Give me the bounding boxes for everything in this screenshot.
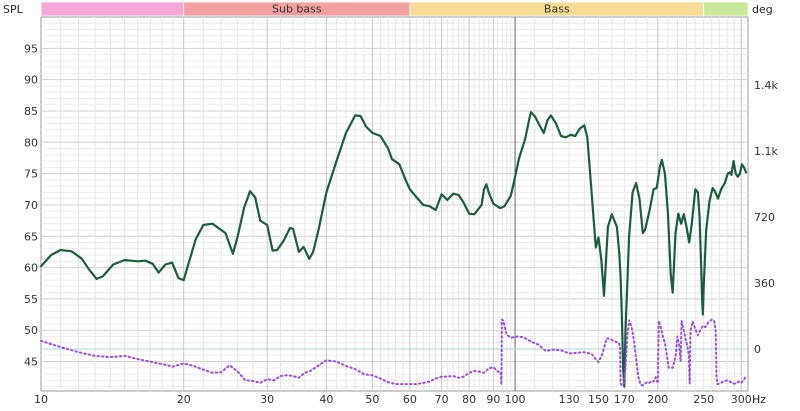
y2-axis-ticks: 0 360 720 1.1k 1.4k [754,79,778,356]
x-tick-label: 300 [731,393,752,406]
x-axis-ticks: 10 20 30 40 50 60 70 80 90 100 130 150 170 200 250 300 [34,393,752,406]
y2-axis-title: deg [752,3,773,16]
y-tick-label: 50 [24,324,38,337]
x-tick-label: 170 [614,393,635,406]
x-axis-unit: Hz [752,393,766,406]
band-label-2: Bass [544,3,570,16]
band-label-1: Sub bass [272,3,322,16]
y2-tick-label: 1.4k [754,79,778,92]
y-tick-label: 70 [24,199,38,212]
y-tick-label: 90 [24,74,38,87]
y2-tick-label: 360 [754,277,775,290]
y-tick-label: 65 [24,230,38,243]
y-axis-title: SPL [3,3,24,16]
x-tick-label: 30 [260,393,274,406]
x-tick-label: 10 [34,393,48,406]
x-tick-label: 50 [365,393,379,406]
y-tick-label: 85 [24,105,38,118]
x-tick-label: 90 [486,393,500,406]
y-axis-ticks: 45 50 55 60 65 70 75 80 85 90 95 [24,42,38,368]
x-tick-label: 100 [505,393,526,406]
y-tick-label: 55 [24,293,38,306]
x-tick-label: 20 [177,393,191,406]
y-tick-label: 95 [24,42,38,55]
x-tick-label: 70 [435,393,449,406]
x-tick-label: 250 [693,393,714,406]
x-tick-label: 40 [319,393,333,406]
y-tick-label: 80 [24,136,38,149]
frequency-response-chart: Sub bass Bass 45 50 55 60 65 70 75 80 85 90 95 0 360… [3,1,778,406]
x-tick-label: 150 [588,393,609,406]
frequency-bands: Sub bass Bass [40,1,749,17]
x-tick-label: 200 [647,393,668,406]
y2-tick-label: 0 [754,343,761,356]
band-3 [703,1,749,17]
band-0 [40,1,185,17]
x-tick-label: 80 [462,393,476,406]
x-tick-label: 130 [559,393,580,406]
y-tick-label: 45 [24,356,38,369]
y-tick-label: 60 [24,262,38,275]
y2-tick-label: 720 [754,211,775,224]
y2-tick-label: 1.1k [754,145,778,158]
x-tick-label: 60 [403,393,417,406]
y-tick-label: 75 [24,168,38,181]
